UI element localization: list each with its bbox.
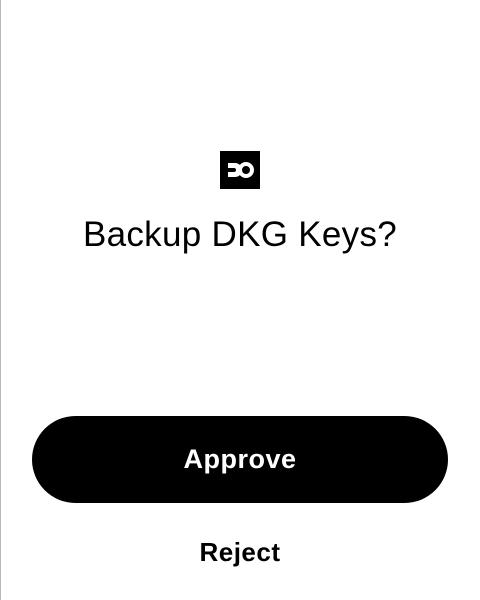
approve-button[interactable]: Approve (32, 416, 448, 503)
reject-button[interactable]: Reject (140, 530, 340, 574)
window-left-border (0, 0, 1, 600)
logo-icon (228, 162, 254, 178)
dialog-title: Backup DKG Keys? (82, 215, 398, 254)
app-logo (220, 151, 260, 189)
